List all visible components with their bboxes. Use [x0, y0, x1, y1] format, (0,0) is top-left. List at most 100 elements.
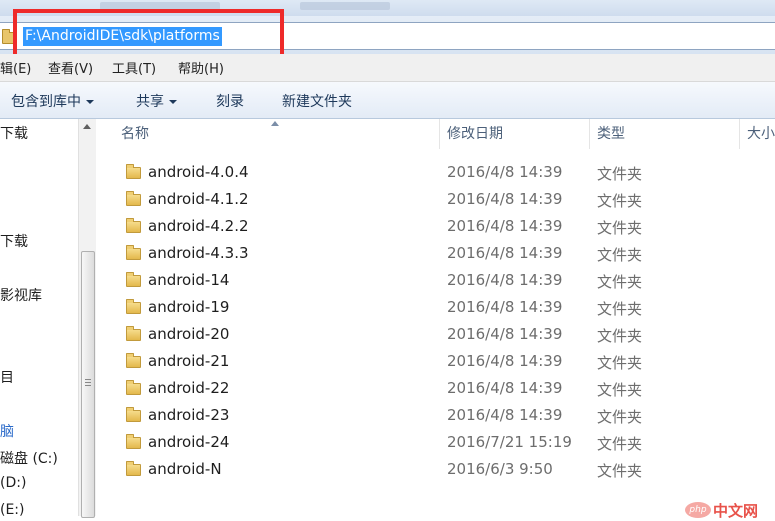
nav-item-drive-c[interactable]: 磁盘 (C:) [0, 448, 58, 468]
file-name: android-4.1.2 [148, 190, 249, 208]
folder-icon [126, 407, 141, 422]
file-date: 2016/4/8 14:39 [447, 325, 563, 343]
file-date: 2016/4/8 14:39 [447, 217, 563, 235]
file-name: android-21 [148, 352, 230, 370]
command-toolbar: 包含到库中 共享 刻录 新建文件夹 [0, 82, 775, 119]
file-row[interactable]: android-N 2016/6/3 9:50 文件夹 [96, 456, 775, 483]
share-label: 共享 [136, 94, 164, 110]
folder-icon [126, 461, 141, 476]
include-in-library-label: 包含到库中 [11, 94, 81, 110]
folder-icon [126, 299, 141, 314]
file-row[interactable]: android-4.1.2 2016/4/8 14:39 文件夹 [96, 186, 775, 213]
menu-edit[interactable]: 辑(E) [0, 58, 31, 77]
watermark-text: 中文网 [713, 502, 759, 520]
share-button[interactable]: 共享 [136, 91, 177, 111]
file-type: 文件夹 [597, 219, 643, 237]
column-divider[interactable] [439, 119, 440, 149]
file-type: 文件夹 [597, 327, 643, 345]
file-row[interactable]: android-23 2016/4/8 14:39 文件夹 [96, 402, 775, 429]
file-type: 文件夹 [597, 435, 643, 453]
file-row[interactable]: android-24 2016/7/21 15:19 文件夹 [96, 429, 775, 456]
file-date: 2016/4/8 14:39 [447, 406, 563, 424]
nav-item-downloads[interactable]: 下载 [0, 123, 28, 143]
column-header-type[interactable]: 类型 [597, 119, 625, 149]
menu-bar: 辑(E) 查看(V) 工具(T) 帮助(H) [0, 54, 775, 82]
column-divider[interactable] [739, 119, 740, 149]
file-type: 文件夹 [597, 408, 643, 426]
include-in-library-button[interactable]: 包含到库中 [11, 91, 94, 111]
file-type: 文件夹 [597, 273, 643, 291]
file-date: 2016/4/8 14:39 [447, 271, 563, 289]
file-name: android-N [148, 460, 222, 478]
nav-item-video-library[interactable]: 影视库 [0, 285, 42, 305]
menu-help[interactable]: 帮助(H) [178, 58, 224, 77]
grip-line [85, 382, 91, 383]
menu-view[interactable]: 查看(V) [48, 58, 93, 77]
column-header-name[interactable]: 名称 [121, 119, 149, 149]
file-date: 2016/4/8 14:39 [447, 298, 563, 316]
column-header-size[interactable]: 大小 [747, 119, 775, 149]
folder-icon [126, 218, 141, 233]
file-date: 2016/4/8 14:39 [447, 244, 563, 262]
file-list: 名称 修改日期 类型 大小 android-4.0.4 2016/4/8 14:… [96, 119, 775, 516]
file-row[interactable]: android-22 2016/4/8 14:39 文件夹 [96, 375, 775, 402]
file-row[interactable]: android-4.3.3 2016/4/8 14:39 文件夹 [96, 240, 775, 267]
burn-button[interactable]: 刻录 [216, 91, 244, 111]
folder-icon [126, 434, 141, 449]
file-date: 2016/7/21 15:19 [447, 433, 572, 451]
scrollbar-thumb[interactable] [81, 251, 95, 518]
file-name: android-24 [148, 433, 230, 451]
column-header-date[interactable]: 修改日期 [447, 119, 503, 149]
file-type: 文件夹 [597, 462, 643, 480]
folder-icon [126, 191, 141, 206]
file-name: android-22 [148, 379, 230, 397]
scroll-up-arrow-icon[interactable] [83, 124, 91, 129]
file-date: 2016/4/8 14:39 [447, 379, 563, 397]
navigation-pane: 下载 下载 影视库 目 脑 磁盘 (C:) (D:) (E:) [0, 119, 78, 518]
file-date: 2016/6/3 9:50 [447, 460, 553, 478]
grip-line [85, 379, 91, 380]
file-row[interactable]: android-20 2016/4/8 14:39 文件夹 [96, 321, 775, 348]
folder-icon [126, 272, 141, 287]
dropdown-arrow-icon [86, 100, 94, 104]
site-watermark: php 中文网 [685, 500, 775, 520]
file-date: 2016/4/8 14:39 [447, 190, 563, 208]
file-row[interactable]: android-21 2016/4/8 14:39 文件夹 [96, 348, 775, 375]
nav-item-drive-d[interactable]: (D:) [0, 475, 26, 491]
file-type: 文件夹 [597, 300, 643, 318]
file-type: 文件夹 [597, 354, 643, 372]
title-ghost [300, 2, 390, 10]
folder-icon [126, 245, 141, 260]
nav-item-downloads-2[interactable]: 下载 [0, 231, 28, 251]
folder-icon [126, 326, 141, 341]
file-type: 文件夹 [597, 381, 643, 399]
folder-icon [126, 380, 141, 395]
folder-icon [126, 164, 141, 179]
file-name: android-14 [148, 271, 230, 289]
nav-item-computer[interactable]: 脑 [0, 421, 14, 441]
file-row[interactable]: android-4.0.4 2016/4/8 14:39 文件夹 [96, 159, 775, 186]
file-date: 2016/4/8 14:39 [447, 163, 563, 181]
menu-tools[interactable]: 工具(T) [112, 58, 156, 77]
nav-item-group[interactable]: 目 [0, 367, 14, 387]
file-name: android-19 [148, 298, 230, 316]
file-name: android-4.3.3 [148, 244, 249, 262]
file-name: android-4.0.4 [148, 163, 249, 181]
file-name: android-23 [148, 406, 230, 424]
file-type: 文件夹 [597, 165, 643, 183]
nav-scrollbar[interactable] [78, 119, 97, 518]
file-name: android-20 [148, 325, 230, 343]
file-type: 文件夹 [597, 246, 643, 264]
sort-ascending-icon [271, 121, 279, 126]
column-divider[interactable] [589, 119, 590, 149]
file-date: 2016/4/8 14:39 [447, 352, 563, 370]
new-folder-button[interactable]: 新建文件夹 [282, 91, 352, 111]
file-type: 文件夹 [597, 192, 643, 210]
folder-icon [126, 353, 141, 368]
file-row[interactable]: android-14 2016/4/8 14:39 文件夹 [96, 267, 775, 294]
grip-line [85, 385, 91, 386]
file-row[interactable]: android-4.2.2 2016/4/8 14:39 文件夹 [96, 213, 775, 240]
dropdown-arrow-icon [169, 100, 177, 104]
file-name: android-4.2.2 [148, 217, 249, 235]
file-row[interactable]: android-19 2016/4/8 14:39 文件夹 [96, 294, 775, 321]
